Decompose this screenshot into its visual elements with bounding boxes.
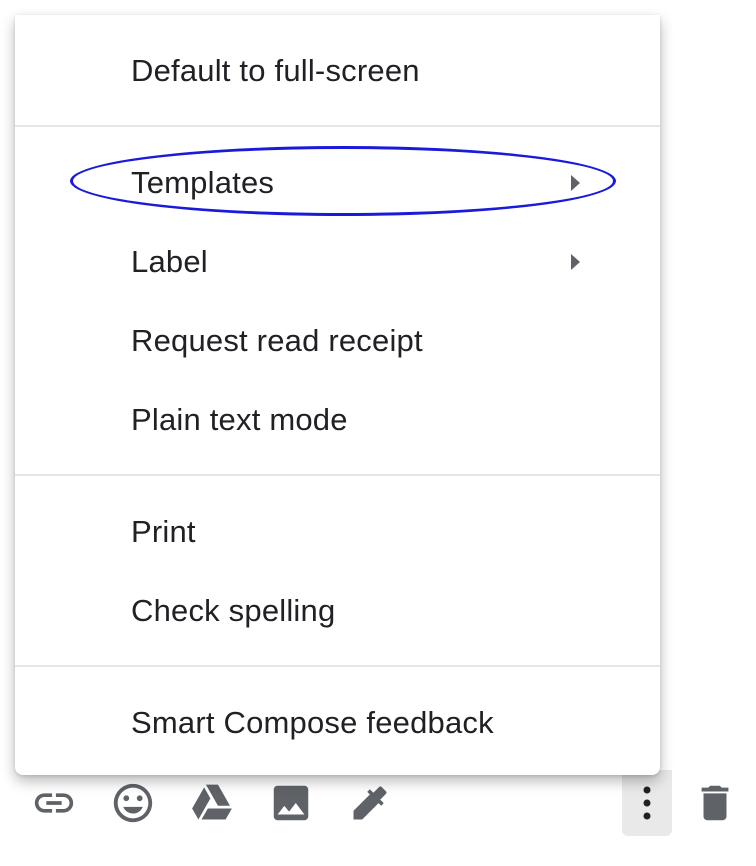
menu-item-request-read-receipt[interactable]: Request read receipt xyxy=(15,311,660,371)
signature-pen-icon[interactable] xyxy=(345,770,395,836)
google-drive-icon[interactable] xyxy=(187,770,237,836)
menu-item-smart-compose-feedback[interactable]: Smart Compose feedback xyxy=(15,693,660,753)
submenu-arrow-icon xyxy=(571,175,580,191)
menu-divider xyxy=(15,665,660,667)
insert-photo-icon[interactable] xyxy=(266,770,316,836)
insert-link-icon[interactable] xyxy=(29,770,79,836)
menu-item-label: Default to full-screen xyxy=(131,53,420,88)
menu-item-label: Smart Compose feedback xyxy=(131,705,494,740)
menu-item-label: Templates xyxy=(131,165,275,200)
menu-item-label: Plain text mode xyxy=(131,402,348,437)
submenu-arrow-icon xyxy=(571,254,580,270)
menu-item-label: Check spelling xyxy=(131,593,336,628)
menu-item-label: Print xyxy=(131,514,196,549)
menu-item-plain-text-mode[interactable]: Plain text mode xyxy=(15,390,660,450)
compose-toolbar xyxy=(0,770,756,840)
menu-divider xyxy=(15,125,660,127)
menu-item-label: Request read receipt xyxy=(131,323,423,358)
menu-item-print[interactable]: Print xyxy=(15,502,660,562)
more-options-menu: Default to full-screen Templates Label R… xyxy=(15,15,660,775)
menu-item-templates[interactable]: Templates xyxy=(15,153,660,213)
menu-item-label[interactable]: Label xyxy=(15,232,660,292)
more-options-icon[interactable] xyxy=(622,770,672,836)
menu-item-default-full-screen[interactable]: Default to full-screen xyxy=(15,41,660,101)
emoji-icon[interactable] xyxy=(108,770,158,836)
menu-item-label-text: Label xyxy=(131,244,208,279)
trash-icon[interactable] xyxy=(690,770,740,836)
menu-item-check-spelling[interactable]: Check spelling xyxy=(15,581,660,641)
menu-divider xyxy=(15,474,660,476)
